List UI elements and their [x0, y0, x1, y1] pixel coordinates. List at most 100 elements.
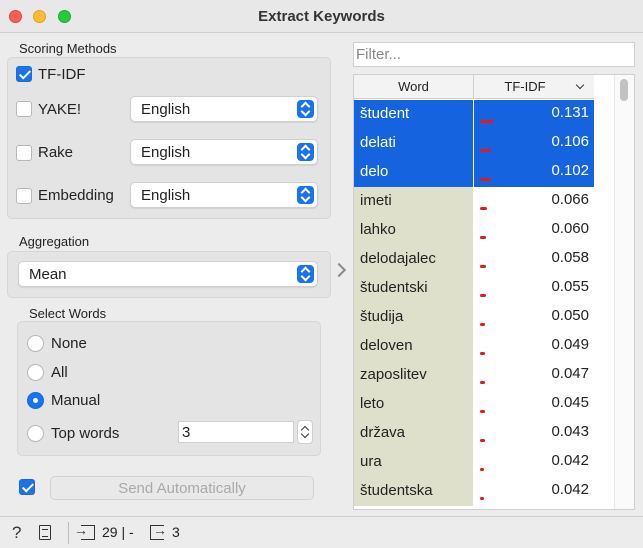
send-automatically-checkbox[interactable]: [19, 479, 35, 495]
input-summary: 29 | -: [102, 524, 134, 540]
score-cell: 0.060: [474, 216, 594, 245]
score-cell: 0.043: [474, 419, 594, 448]
radio-top-words[interactable]: [27, 425, 44, 442]
score-cell: 0.131: [474, 100, 594, 129]
embedding-language-value: English: [141, 187, 191, 204]
radio-none-label: None: [51, 335, 87, 352]
score-bar: [480, 294, 486, 297]
chevron-right-icon[interactable]: [331, 262, 347, 278]
score-cell: 0.066: [474, 187, 594, 216]
word-cell: zaposlitev: [354, 361, 474, 390]
word-cell: lahko: [354, 216, 474, 245]
embedding-language-select[interactable]: English: [130, 182, 318, 208]
rake-language-value: English: [141, 144, 191, 161]
score-bar: [480, 439, 485, 442]
radio-manual-label: Manual: [51, 392, 101, 409]
table-row[interactable]: lahko 0.060: [354, 216, 594, 245]
word-cell: država: [354, 419, 474, 448]
table-row[interactable]: deloven 0.049: [354, 332, 594, 361]
table-row[interactable]: študentski 0.055: [354, 274, 594, 303]
score-bar: [480, 236, 487, 239]
word-cell: delodajalec: [354, 245, 474, 274]
radio-all[interactable]: [27, 364, 44, 381]
updown-arrow-icon: [297, 186, 314, 204]
aggregation-label: Aggregation: [19, 234, 90, 249]
yake-language-value: English: [141, 101, 191, 118]
keywords-table: Word TF-IDF študent 0.131 delati 0.106 delo 0…: [353, 74, 635, 510]
table-row[interactable]: delati 0.106: [354, 129, 594, 158]
score-cell: 0.045: [474, 390, 594, 419]
report-icon[interactable]: [39, 525, 51, 540]
window-title: Extract Keywords: [258, 8, 385, 25]
scoring-methods-label: Scoring Methods: [19, 41, 117, 56]
score-cell: 0.050: [474, 303, 594, 332]
table-row[interactable]: zaposlitev 0.047: [354, 361, 594, 390]
score-cell: 0.049: [474, 332, 594, 361]
table-row[interactable]: država 0.043: [354, 419, 594, 448]
table-row[interactable]: imeti 0.066: [354, 187, 594, 216]
title-bar: Extract Keywords: [0, 0, 643, 33]
word-cell: delati: [354, 129, 474, 158]
scrollbar-thumb[interactable]: [620, 79, 628, 101]
embedding-checkbox[interactable]: [16, 188, 32, 204]
tfidf-checkbox[interactable]: [16, 66, 32, 82]
updown-arrow-icon: [297, 265, 314, 283]
column-header-tfidf[interactable]: TF-IDF: [474, 75, 594, 99]
score-bar: [480, 323, 486, 326]
table-row[interactable]: delo 0.102: [354, 158, 594, 187]
updown-arrow-icon: [297, 143, 314, 161]
select-words-label: Select Words: [29, 306, 107, 321]
score-cell: 0.042: [474, 448, 594, 477]
table-row[interactable]: delodajalec 0.058: [354, 245, 594, 274]
word-cell: delo: [354, 158, 474, 187]
score-bar: [480, 352, 486, 355]
radio-manual[interactable]: [27, 392, 44, 409]
score-bar: [480, 265, 487, 268]
radio-none[interactable]: [27, 335, 44, 352]
updown-arrow-icon: [297, 100, 314, 118]
score-bar: [480, 381, 486, 384]
radio-top-words-label: Top words: [51, 425, 120, 442]
status-bar: ? 29 | - 3: [0, 516, 643, 548]
aggregation-value: Mean: [29, 266, 67, 283]
table-row[interactable]: leto 0.045: [354, 390, 594, 419]
top-words-spinbox[interactable]: 3: [178, 421, 294, 443]
input-icon: [74, 522, 95, 540]
table-header: Word TF-IDF: [354, 75, 594, 99]
output-summary: 3: [172, 524, 180, 540]
score-cell: 0.106: [474, 129, 594, 158]
table-row[interactable]: študent 0.131: [354, 100, 594, 129]
scrollbar[interactable]: [614, 75, 634, 509]
score-bar: [480, 149, 492, 152]
word-cell: študija: [354, 303, 474, 332]
status-separator: [68, 522, 69, 544]
aggregation-select[interactable]: Mean: [18, 261, 318, 287]
top-words-stepper[interactable]: [297, 420, 313, 444]
output-icon: [150, 522, 167, 540]
yake-checkbox[interactable]: [16, 101, 32, 117]
yake-language-select[interactable]: English: [130, 96, 318, 122]
column-header-word[interactable]: Word: [354, 75, 474, 99]
word-cell: deloven: [354, 332, 474, 361]
embedding-label: Embedding: [38, 187, 114, 204]
top-words-value: 3: [182, 424, 191, 441]
rake-language-select[interactable]: English: [130, 139, 318, 165]
word-cell: imeti: [354, 187, 474, 216]
score-cell: 0.058: [474, 245, 594, 274]
filter-input[interactable]: [353, 42, 635, 67]
table-row[interactable]: ura 0.042: [354, 448, 594, 477]
word-cell: ura: [354, 448, 474, 477]
help-icon[interactable]: ?: [12, 523, 21, 543]
yake-label: YAKE!: [38, 101, 82, 118]
radio-all-label: All: [51, 364, 68, 381]
table-body: študent 0.131 delati 0.106 delo 0.102 imeti 0.0…: [354, 100, 594, 506]
send-automatically-button[interactable]: Send Automatically: [50, 476, 314, 500]
table-row[interactable]: študija 0.050: [354, 303, 594, 332]
tfidf-label: TF-IDF: [38, 66, 86, 83]
score-bar: [480, 410, 485, 413]
rake-checkbox[interactable]: [16, 145, 32, 161]
table-row[interactable]: študentska 0.042: [354, 477, 594, 506]
score-cell: 0.055: [474, 274, 594, 303]
word-cell: študentski: [354, 274, 474, 303]
rake-label: Rake: [38, 144, 74, 161]
